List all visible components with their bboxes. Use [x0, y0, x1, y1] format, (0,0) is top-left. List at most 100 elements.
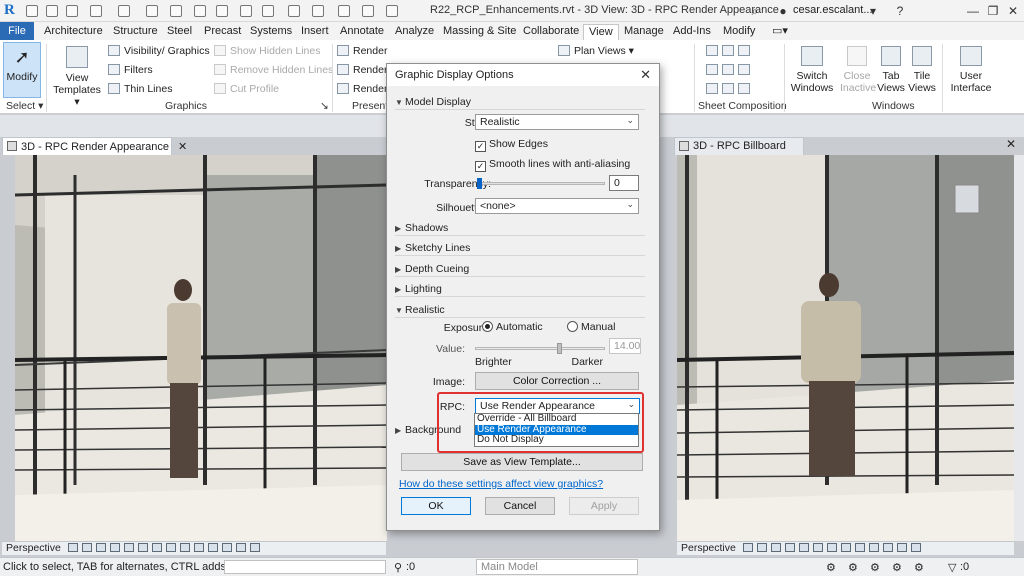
- tab-massing-site[interactable]: Massing & Site: [443, 24, 516, 40]
- show-crop-icon[interactable]: [151, 543, 162, 552]
- status-input[interactable]: [224, 560, 386, 574]
- visibility-graphics-button[interactable]: Visibility/ Graphics: [108, 44, 210, 58]
- select-pinned-icon[interactable]: ⚙: [870, 561, 880, 574]
- cut-profile-button[interactable]: Cut Profile: [214, 82, 279, 96]
- section-model-display[interactable]: ▼ Model Display: [395, 96, 645, 110]
- analytical-icon[interactable]: [235, 543, 246, 552]
- tab-insert[interactable]: Insert: [301, 24, 329, 40]
- color-correction-button[interactable]: Color Correction ...: [475, 372, 639, 390]
- show-edges-checkbox[interactable]: ✓ Show Edges: [475, 138, 548, 152]
- reveal-hidden-icon[interactable]: [193, 543, 204, 552]
- annotate-icon[interactable]: [194, 5, 206, 17]
- sun-path-icon[interactable]: [770, 543, 781, 552]
- crop-icon[interactable]: [812, 543, 823, 552]
- transparency-thumb[interactable]: [477, 178, 482, 189]
- tab-collaborate[interactable]: Collaborate: [523, 24, 579, 40]
- default-3d-icon[interactable]: [288, 5, 300, 17]
- user-interface-button[interactable]: User Interface: [948, 46, 994, 94]
- tab-view[interactable]: View: [583, 24, 619, 40]
- show-hidden-lines-button[interactable]: Show Hidden Lines: [214, 44, 320, 58]
- save-icon[interactable]: [46, 5, 58, 17]
- exposure-value-slider[interactable]: [475, 347, 605, 350]
- hide-isolate-icon[interactable]: [179, 543, 190, 552]
- reveal-hidden-icon[interactable]: [868, 543, 879, 552]
- user-name[interactable]: cesar.escalant...: [793, 4, 873, 16]
- filter-icon[interactable]: ▽: [948, 561, 956, 574]
- design-option-select[interactable]: Main Model: [476, 559, 638, 575]
- sync-icon[interactable]: [66, 5, 78, 17]
- shadows-icon[interactable]: [784, 543, 795, 552]
- open-icon[interactable]: [26, 5, 38, 17]
- modify-button[interactable]: ➚ Modify: [3, 42, 41, 98]
- lock-view-icon[interactable]: [165, 543, 176, 552]
- minimize-icon[interactable]: —: [966, 4, 980, 18]
- drag-elements-icon[interactable]: ⚙: [914, 561, 924, 574]
- ok-button[interactable]: OK: [401, 497, 471, 515]
- temp-properties-icon[interactable]: [207, 543, 218, 552]
- tab-precast[interactable]: Precast: [204, 24, 241, 40]
- measure-icon[interactable]: [170, 5, 182, 17]
- render-dialog-icon[interactable]: [123, 543, 134, 552]
- tab-systems[interactable]: Systems: [250, 24, 292, 40]
- transparency-slider[interactable]: [477, 182, 605, 185]
- close-inactive-button[interactable]: Close Inactive: [840, 46, 876, 94]
- detail-level-icon[interactable]: [67, 543, 78, 552]
- crop-icon[interactable]: [137, 543, 148, 552]
- transparency-input[interactable]: 0: [609, 175, 639, 191]
- print-icon[interactable]: [146, 5, 158, 17]
- worksets-icon[interactable]: ⚲: [394, 561, 402, 574]
- hide-isolate-icon[interactable]: [854, 543, 865, 552]
- filters-button[interactable]: Filters: [108, 63, 153, 77]
- exposure-value-input[interactable]: 14.00: [609, 338, 641, 354]
- exposure-automatic-radio[interactable]: Automatic: [482, 321, 543, 333]
- section-depth-cueing[interactable]: ▶ Depth Cueing: [395, 263, 645, 277]
- help-link[interactable]: How do these settings affect view graphi…: [399, 478, 603, 490]
- visual-style-icon[interactable]: [756, 543, 767, 552]
- thin-lines-button[interactable]: Thin Lines: [108, 82, 172, 96]
- help-icon[interactable]: ?: [893, 4, 907, 18]
- redo-icon[interactable]: [118, 5, 130, 17]
- tab-architecture[interactable]: Architecture: [44, 24, 103, 40]
- left-3d-view[interactable]: [15, 155, 387, 541]
- cart-icon[interactable]: ▾: [866, 4, 880, 18]
- temp-properties-icon[interactable]: [882, 543, 893, 552]
- tab-file[interactable]: File: [0, 22, 34, 40]
- view-templates-button[interactable]: View Templates ▾: [52, 46, 102, 108]
- tab-annotate[interactable]: Annotate: [340, 24, 384, 40]
- close-tab-icon[interactable]: ✕: [178, 141, 187, 153]
- tab-modify[interactable]: Modify: [723, 24, 755, 40]
- tile-views-button[interactable]: Tile Views: [907, 46, 937, 94]
- text-icon[interactable]: [262, 5, 274, 17]
- right-3d-view[interactable]: [677, 155, 1014, 541]
- view-scale-label[interactable]: Perspective: [681, 542, 736, 554]
- cancel-button[interactable]: Cancel: [485, 497, 555, 515]
- exposure-value-thumb[interactable]: [557, 343, 562, 354]
- remove-hidden-lines-button[interactable]: Remove Hidden Lines: [214, 63, 333, 77]
- ribbon-options-icon[interactable]: ▭▾: [772, 24, 788, 40]
- shadows-icon[interactable]: [109, 543, 120, 552]
- apply-button[interactable]: Apply: [569, 497, 639, 515]
- switch-icon[interactable]: [362, 5, 374, 17]
- section-shadows[interactable]: ▶ Shadows: [395, 222, 645, 236]
- show-crop-icon[interactable]: [826, 543, 837, 552]
- close-hidden-icon[interactable]: [338, 5, 350, 17]
- section-icon[interactable]: [240, 5, 252, 17]
- render-gallery-button[interactable]: Render: [337, 82, 387, 96]
- select-underlay-icon[interactable]: ⚙: [848, 561, 858, 574]
- render-button[interactable]: Render: [337, 44, 387, 58]
- section-realistic[interactable]: ▼ Realistic: [395, 304, 645, 318]
- worksharing-icon[interactable]: [896, 543, 907, 552]
- plan-views-button[interactable]: Plan Views ▾: [558, 44, 634, 58]
- lock-view-icon[interactable]: [840, 543, 851, 552]
- tab-3d-rpc-render-appearance[interactable]: 3D - RPC Render Appearance ✕: [2, 137, 187, 155]
- worksharing-icon[interactable]: [221, 543, 232, 552]
- section-sketchy-lines[interactable]: ▶ Sketchy Lines: [395, 242, 645, 256]
- silhouettes-select[interactable]: <none> ⌄: [475, 198, 639, 214]
- tab-steel[interactable]: Steel: [167, 24, 192, 40]
- sun-path-icon[interactable]: [95, 543, 106, 552]
- render-dialog-icon[interactable]: [798, 543, 809, 552]
- tab-add-ins[interactable]: Add-Ins: [673, 24, 711, 40]
- tab-analyze[interactable]: Analyze: [395, 24, 434, 40]
- switch-windows-button[interactable]: Switch Windows: [788, 46, 836, 94]
- tab-structure[interactable]: Structure: [113, 24, 158, 40]
